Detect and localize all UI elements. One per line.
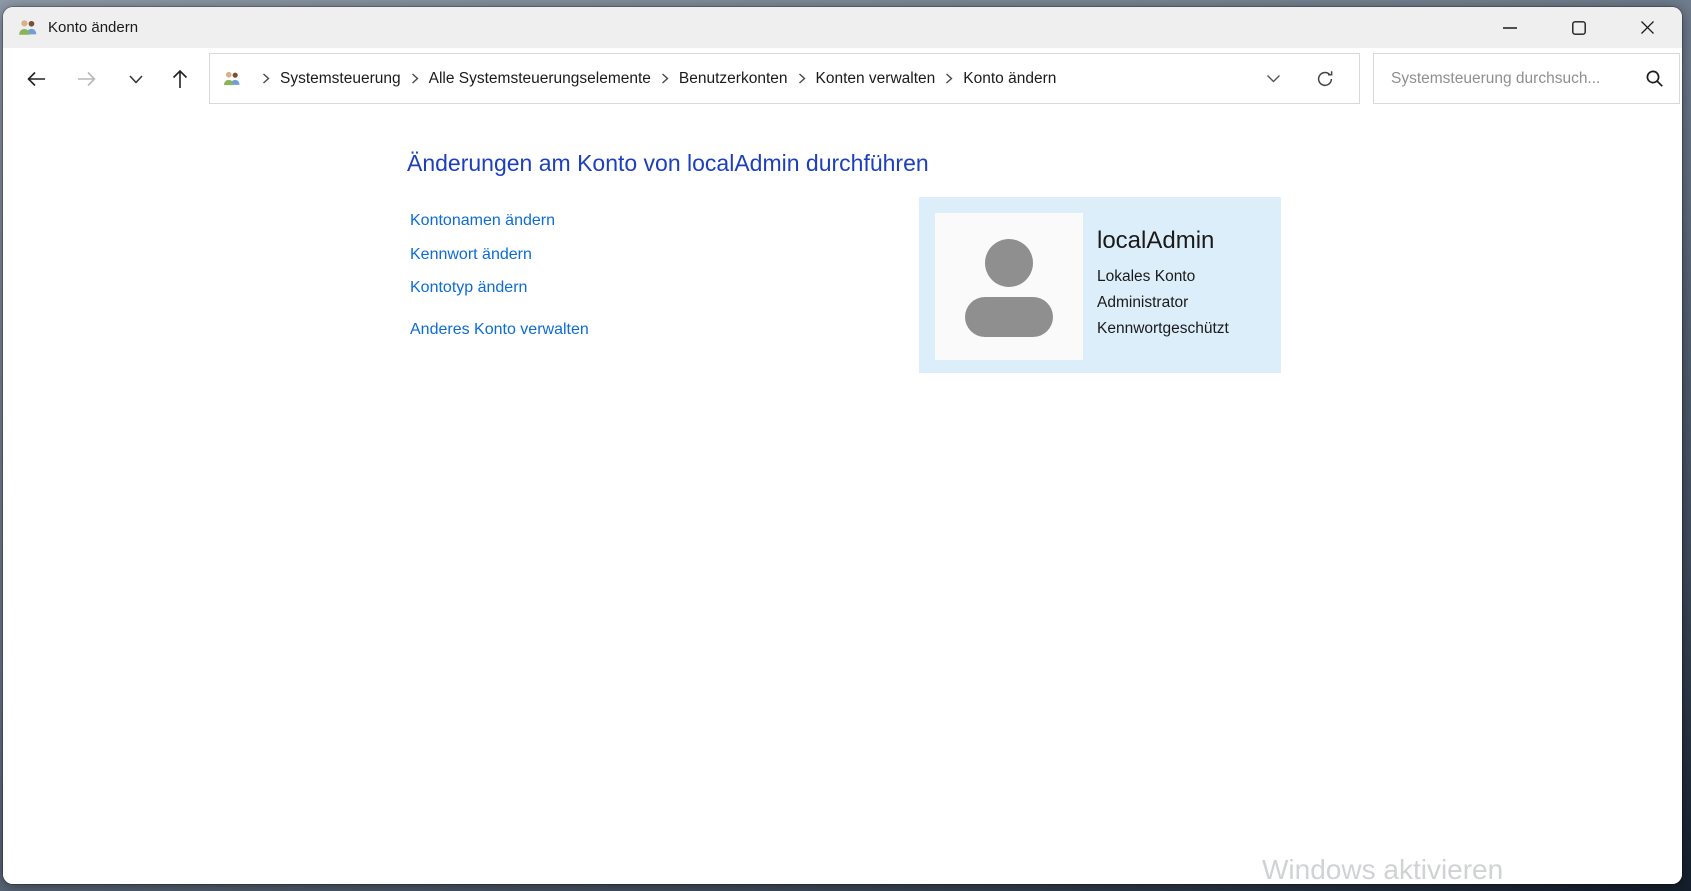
- user-accounts-icon: [17, 17, 39, 39]
- user-accounts-icon: [222, 69, 242, 89]
- breadcrumb-separator-icon: [798, 72, 806, 85]
- manage-other-account-link[interactable]: Anderes Konto verwalten: [410, 321, 589, 339]
- refresh-button[interactable]: [1305, 54, 1345, 103]
- breadcrumb-separator-icon: [661, 72, 669, 85]
- window-controls: [1475, 7, 1682, 48]
- breadcrumb-item-konten-verwalten[interactable]: Konten verwalten: [816, 70, 936, 88]
- close-icon: [1641, 21, 1654, 34]
- back-button[interactable]: [16, 56, 56, 102]
- account-detail-type: Lokales Konto: [1097, 268, 1196, 285]
- breadcrumb-item-alle-elemente[interactable]: Alle Systemsteuerungselemente: [429, 70, 651, 88]
- task-links: Kontonamen ändern Kennwort ändern Kontot…: [410, 212, 589, 339]
- desktop-background: Konto ändern Systemsteuerung Alle System…: [0, 0, 1691, 891]
- change-account-name-link[interactable]: Kontonamen ändern: [410, 212, 589, 230]
- navigation-toolbar: Systemsteuerung Alle Systemsteuerungsele…: [3, 48, 1682, 110]
- chevron-down-icon: [1266, 74, 1281, 83]
- breadcrumb-bar[interactable]: Systemsteuerung Alle Systemsteuerungsele…: [209, 53, 1360, 104]
- account-detail-password: Kennwortgeschützt: [1097, 320, 1229, 337]
- search-input[interactable]: [1374, 54, 1645, 103]
- back-arrow-icon: [25, 68, 48, 90]
- minimize-icon: [1502, 26, 1517, 29]
- account-name: localAdmin: [1097, 227, 1215, 254]
- breadcrumb-separator-icon: [411, 72, 419, 85]
- minimize-button[interactable]: [1475, 7, 1544, 48]
- breadcrumb-item-systemsteuerung[interactable]: Systemsteuerung: [280, 70, 401, 88]
- breadcrumb-item-konto-aendern[interactable]: Konto ändern: [963, 70, 1056, 88]
- maximize-icon: [1571, 20, 1586, 35]
- person-silhouette-icon: [935, 213, 1083, 360]
- account-info: localAdmin Lokales Konto Administrator K…: [1097, 227, 1229, 342]
- window-title: Konto ändern: [48, 19, 139, 36]
- account-card: localAdmin Lokales Konto Administrator K…: [919, 197, 1281, 373]
- recent-locations-button[interactable]: [116, 56, 156, 102]
- breadcrumb-item-benutzerkonten[interactable]: Benutzerkonten: [679, 70, 788, 88]
- refresh-icon: [1315, 69, 1335, 89]
- address-dropdown-button[interactable]: [1253, 54, 1293, 103]
- titlebar[interactable]: Konto ändern: [3, 7, 1682, 48]
- account-detail-role: Administrator: [1097, 294, 1189, 311]
- breadcrumb-separator-icon: [945, 72, 953, 85]
- account-avatar: [935, 213, 1083, 360]
- forward-button[interactable]: [66, 56, 106, 102]
- windows-activation-watermark: Windows aktivieren: [1262, 854, 1504, 884]
- search-box: [1373, 53, 1680, 104]
- close-button[interactable]: [1613, 7, 1682, 48]
- change-account-type-link[interactable]: Kontotyp ändern: [410, 279, 589, 297]
- forward-arrow-icon: [75, 68, 98, 90]
- up-button[interactable]: [160, 56, 200, 102]
- change-password-link[interactable]: Kennwort ändern: [410, 246, 589, 264]
- up-arrow-icon: [169, 68, 191, 91]
- page-content: Änderungen am Konto von localAdmin durch…: [3, 110, 1682, 884]
- page-title: Änderungen am Konto von localAdmin durch…: [407, 150, 929, 176]
- breadcrumb-separator-icon: [262, 72, 270, 85]
- search-icon: [1645, 69, 1664, 88]
- control-panel-window: Konto ändern Systemsteuerung Alle System…: [3, 7, 1682, 884]
- maximize-button[interactable]: [1544, 7, 1613, 48]
- chevron-down-icon: [128, 74, 144, 84]
